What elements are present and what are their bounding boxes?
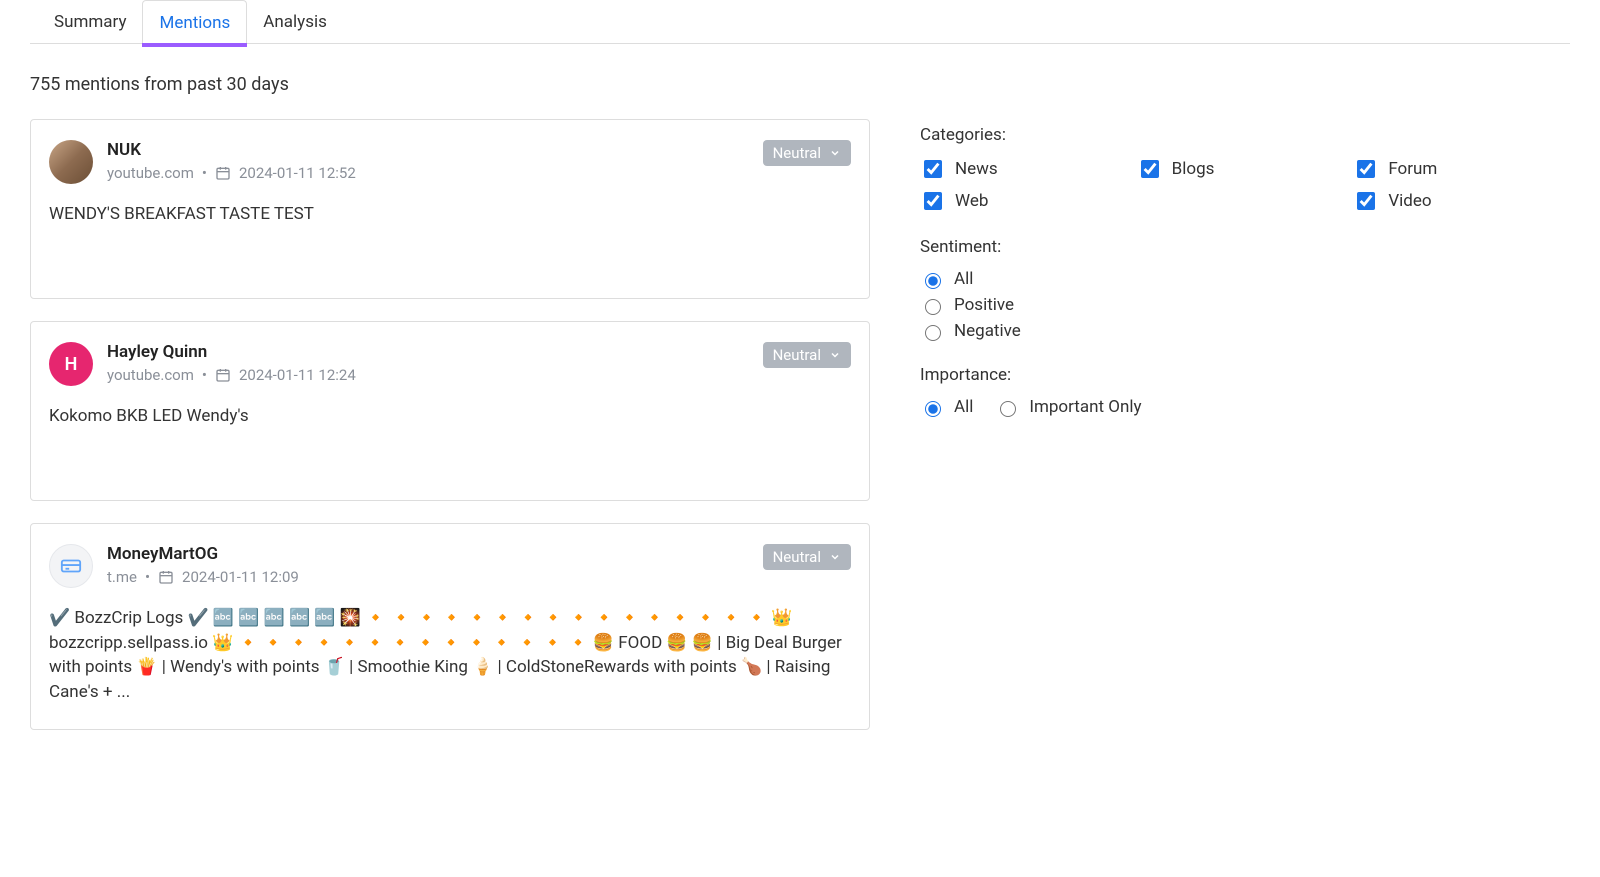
card-icon (60, 555, 82, 577)
mention-card: NUK youtube.com • 2024-01-11 12:52 Neutr… (30, 119, 870, 299)
checkbox-label: News (955, 159, 998, 179)
radio-label: All (954, 269, 973, 289)
checkbox-label: Video (1388, 191, 1431, 211)
mention-source: youtube.com (107, 366, 194, 384)
tab-summary[interactable]: Summary (38, 0, 142, 43)
mention-source: t.me (107, 568, 137, 586)
chevron-down-icon (829, 551, 841, 563)
mention-author[interactable]: MoneyMartOG (107, 544, 299, 564)
radio[interactable] (925, 299, 941, 315)
importance-title: Importance: (920, 365, 1570, 385)
mention-meta: youtube.com • 2024-01-11 12:24 (107, 366, 356, 384)
mention-source: youtube.com (107, 164, 194, 182)
category-video[interactable]: Video (1353, 189, 1570, 213)
radio-label: Important Only (1029, 397, 1141, 417)
tab-mentions[interactable]: Mentions (142, 0, 247, 44)
mention-card: MoneyMartOG t.me • 2024-01-11 12:09 Neut… (30, 523, 870, 730)
mention-timestamp: 2024-01-11 12:09 (182, 568, 299, 586)
radio-label: Negative (954, 321, 1021, 341)
mention-meta: youtube.com • 2024-01-11 12:52 (107, 164, 356, 182)
mention-timestamp: 2024-01-11 12:52 (239, 164, 356, 182)
sentiment-value: Neutral (773, 548, 821, 566)
categories-title: Categories: (920, 125, 1570, 145)
sentiment-value: Neutral (773, 346, 821, 364)
tab-analysis[interactable]: Analysis (247, 0, 343, 43)
filters-panel: Categories: News Blogs Forum Web (920, 119, 1570, 447)
sentiment-value: Neutral (773, 144, 821, 162)
checkbox[interactable] (1141, 160, 1159, 178)
mention-timestamp: 2024-01-11 12:24 (239, 366, 356, 384)
mention-card: H Hayley Quinn youtube.com • 2024-01-11 … (30, 321, 870, 501)
category-blogs[interactable]: Blogs (1137, 157, 1354, 181)
mention-body: WENDY'S BREAKFAST TASTE TEST (49, 202, 851, 227)
mention-body: Kokomo BKB LED Wendy's (49, 404, 851, 429)
radio[interactable] (1000, 401, 1016, 417)
radio-label: Positive (954, 295, 1014, 315)
calendar-icon (215, 367, 231, 383)
sentiment-dropdown[interactable]: Neutral (763, 544, 851, 570)
category-web[interactable]: Web (920, 189, 1137, 213)
mention-body: ✔️ BozzCrip Logs ✔️ 🔤 🔤 🔤 🔤 🔤 🎇 🔸 🔸 🔸 🔸 … (49, 606, 851, 705)
category-forum[interactable]: Forum (1353, 157, 1570, 181)
sentiment-filter: Sentiment: All Positive Negative (920, 237, 1570, 341)
chevron-down-icon (829, 349, 841, 361)
avatar: H (49, 342, 93, 386)
mention-author[interactable]: NUK (107, 140, 356, 160)
mentions-list: NUK youtube.com • 2024-01-11 12:52 Neutr… (30, 119, 870, 752)
category-news[interactable]: News (920, 157, 1137, 181)
calendar-icon (215, 165, 231, 181)
checkbox[interactable] (924, 160, 942, 178)
sentiment-dropdown[interactable]: Neutral (763, 140, 851, 166)
mention-meta: t.me • 2024-01-11 12:09 (107, 568, 299, 586)
categories-filter: Categories: News Blogs Forum Web (920, 125, 1570, 213)
importance-filter: Importance: All Important Only (920, 365, 1570, 423)
importance-important-only[interactable]: Important Only (995, 397, 1141, 417)
chevron-down-icon (829, 147, 841, 159)
sentiment-title: Sentiment: (920, 237, 1570, 257)
checkbox[interactable] (1357, 160, 1375, 178)
radio[interactable] (925, 273, 941, 289)
radio[interactable] (925, 325, 941, 341)
radio[interactable] (925, 401, 941, 417)
sentiment-all[interactable]: All (920, 269, 1570, 289)
sentiment-negative[interactable]: Negative (920, 321, 1570, 341)
importance-all[interactable]: All (920, 397, 973, 417)
checkbox-label: Web (955, 191, 988, 211)
tab-bar: Summary Mentions Analysis (30, 0, 1570, 44)
summary-line: 755 mentions from past 30 days (30, 74, 1570, 95)
mention-author[interactable]: Hayley Quinn (107, 342, 356, 362)
checkbox-label: Blogs (1172, 159, 1215, 179)
calendar-icon (158, 569, 174, 585)
avatar (49, 544, 93, 588)
radio-label: All (954, 397, 973, 417)
avatar (49, 140, 93, 184)
sentiment-positive[interactable]: Positive (920, 295, 1570, 315)
separator-dot: • (145, 568, 150, 586)
sentiment-dropdown[interactable]: Neutral (763, 342, 851, 368)
checkbox-label: Forum (1388, 159, 1437, 179)
separator-dot: • (202, 164, 207, 182)
separator-dot: • (202, 366, 207, 384)
checkbox[interactable] (1357, 192, 1375, 210)
checkbox[interactable] (924, 192, 942, 210)
